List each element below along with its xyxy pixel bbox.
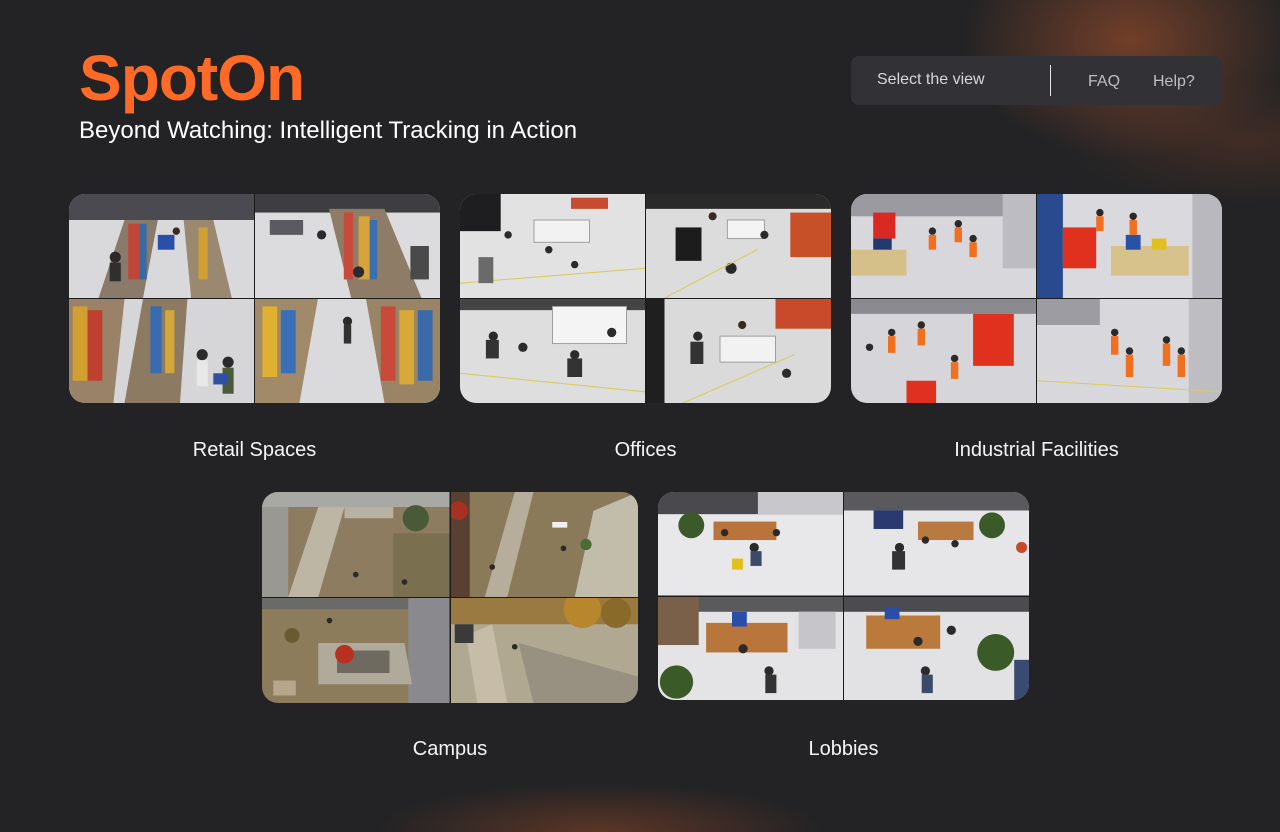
camera-grid-lobbies bbox=[658, 492, 1029, 700]
camera-grid-campus bbox=[262, 492, 638, 703]
view-card-label: Lobbies bbox=[808, 738, 879, 760]
view-card-label: Industrial Facilities bbox=[954, 439, 1119, 461]
camera-feed bbox=[450, 492, 638, 597]
help-link[interactable]: Help? bbox=[1153, 56, 1195, 105]
camera-feed bbox=[844, 596, 1029, 700]
view-card-label: Offices bbox=[614, 439, 677, 461]
camera-feed bbox=[851, 299, 1036, 403]
top-nav: Select the view FAQ Help? bbox=[851, 56, 1222, 105]
camera-feed bbox=[255, 299, 440, 403]
camera-grid-industrial bbox=[851, 194, 1222, 403]
view-card-campus[interactable]: Campus bbox=[262, 492, 638, 764]
camera-feed bbox=[658, 492, 843, 596]
camera-feed bbox=[460, 194, 645, 298]
camera-grid-retail bbox=[69, 194, 440, 403]
view-select[interactable]: Select the view bbox=[877, 56, 985, 105]
camera-feed bbox=[851, 194, 1036, 298]
camera-feed bbox=[1037, 299, 1222, 403]
view-card-lobbies[interactable]: Lobbies bbox=[658, 492, 1029, 764]
page-tagline: Beyond Watching: Intelligent Tracking in… bbox=[79, 117, 578, 144]
view-card-offices[interactable]: Offices bbox=[460, 194, 831, 464]
camera-grid-offices bbox=[460, 194, 831, 403]
camera-feed bbox=[844, 492, 1029, 596]
page: SpotOn Beyond Watching: Intelligent Trac… bbox=[0, 0, 1280, 832]
camera-feed bbox=[658, 596, 843, 700]
camera-feed bbox=[262, 492, 450, 597]
view-card-retail-spaces[interactable]: Retail Spaces bbox=[69, 194, 440, 464]
camera-feed bbox=[450, 598, 638, 703]
nav-divider bbox=[1050, 65, 1051, 96]
camera-feed bbox=[69, 299, 254, 403]
camera-feed bbox=[69, 194, 254, 298]
view-card-label: Campus bbox=[412, 738, 488, 760]
camera-feed bbox=[1037, 194, 1222, 298]
view-card-industrial-facilities[interactable]: Industrial Facilities bbox=[851, 194, 1222, 464]
camera-feed bbox=[646, 194, 831, 298]
camera-feed bbox=[262, 598, 450, 703]
camera-feed bbox=[255, 194, 440, 298]
faq-link[interactable]: FAQ bbox=[1088, 56, 1120, 105]
view-card-label: Retail Spaces bbox=[192, 439, 317, 461]
camera-feed bbox=[646, 299, 831, 403]
camera-feed bbox=[460, 299, 645, 403]
brand-logo: SpotOn bbox=[79, 42, 305, 114]
